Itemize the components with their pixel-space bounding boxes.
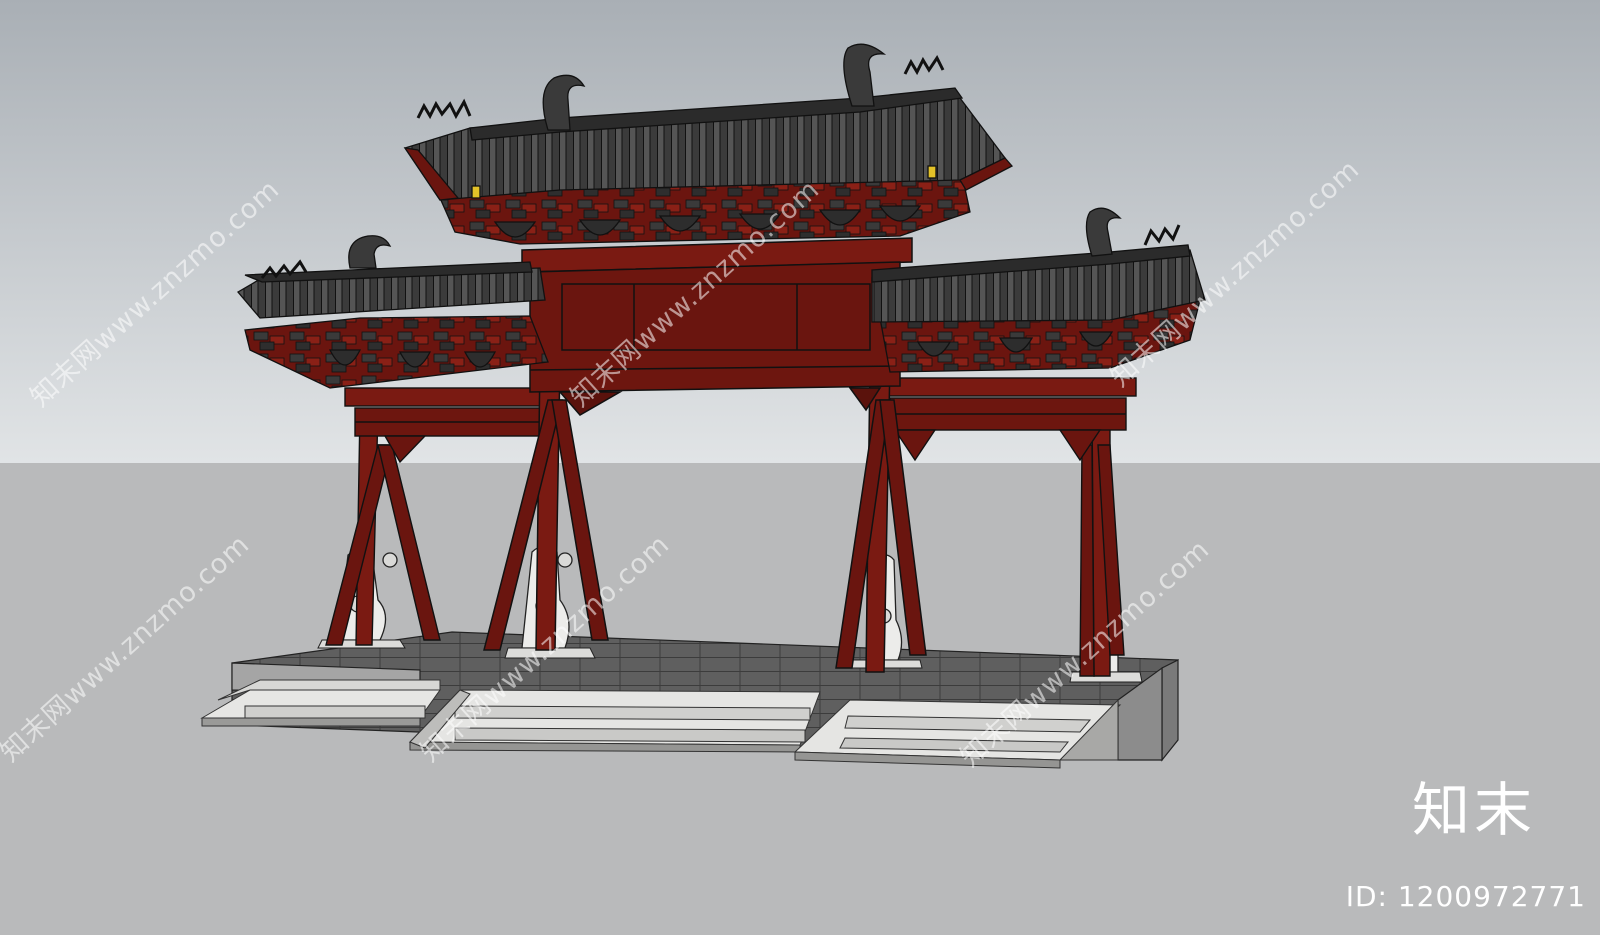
- render-viewport: 知末网www.znzmo.com 知末网www.znzmo.com 知末网www…: [0, 0, 1600, 935]
- asset-id-label: ID: 1200972771: [1345, 880, 1586, 913]
- steps-right: [793, 698, 1122, 769]
- brand-logo-text: 知末: [1411, 776, 1536, 844]
- memorial-archway-render: [0, 0, 1600, 935]
